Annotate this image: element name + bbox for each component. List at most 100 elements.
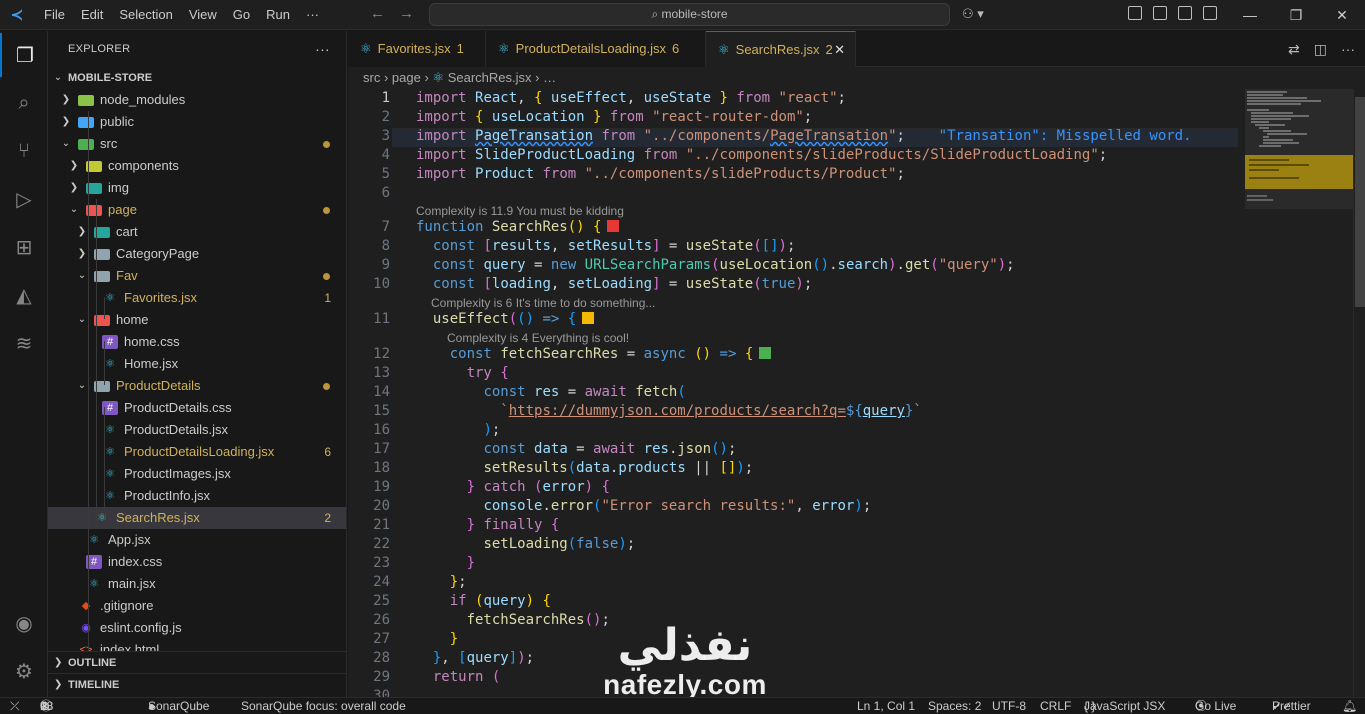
outline-section[interactable]: ❯ OUTLINE [48,651,346,673]
breadcrumb-file[interactable]: SearchRes.jsx [448,70,532,85]
tree-item-label: .gitignore [100,598,154,613]
tree-item[interactable]: ⌄ src [48,133,346,155]
accounts-icon[interactable]: ◉ [0,601,48,645]
menu-run[interactable]: Run [258,7,298,22]
tree-item[interactable]: # home.css [48,331,346,353]
menu-file[interactable]: File [36,7,73,22]
minimap[interactable] [1245,89,1365,697]
forward-arrow-icon[interactable]: → [399,5,414,22]
source-control-icon[interactable]: ⑂ [0,129,48,173]
menu-edit[interactable]: Edit [73,7,111,22]
notifications-bell-icon[interactable]: 🔔︎ [1342,698,1357,714]
command-center-search[interactable]: ⌕ mobile-store [429,3,950,26]
more-actions-icon[interactable]: ··· [315,31,330,67]
scrollbar-thumb[interactable] [1355,97,1365,307]
toggle-panel-icon[interactable] [1178,6,1192,20]
complexity-lens[interactable]: Complexity is 4 Everything is cool! [447,331,629,345]
tree-item[interactable]: ⌄ ProductDetails [48,375,346,397]
menu-more[interactable]: ··· [298,7,327,22]
tree-item[interactable]: ⚛ Favorites.jsx 1 [48,287,346,309]
close-window-icon[interactable]: ✕ [1319,0,1365,30]
vertical-scrollbar[interactable] [1353,89,1365,697]
menu-go[interactable]: Go [225,7,258,22]
tree-item[interactable]: ⚛ ProductDetailsLoading.jsx 6 [48,441,346,463]
tree-item[interactable]: ⌄ page [48,199,346,221]
code-line: setLoading(false); [483,536,636,552]
eslint-file-icon: ◉ [81,622,91,634]
more-actions-icon[interactable]: ··· [1341,41,1355,58]
sonarqube-focus[interactable]: SonarQube focus: overall code [241,698,406,714]
tree-item[interactable]: ❯ node_modules [48,89,346,111]
tree-item[interactable]: ⚛ ProductInfo.jsx [48,485,346,507]
breadcrumb: src › page › ⚛ SearchRes.jsx › … [348,67,1365,89]
explorer-icon[interactable]: ❐ [0,33,48,77]
toggle-primary-sidebar-icon[interactable] [1153,6,1167,20]
tree-item-label: components [108,158,179,173]
tab-productdetailsloading[interactable]: ⚛ ProductDetailsLoading.jsx 6 [486,31,706,67]
encoding[interactable]: UTF-8 [992,698,1026,714]
breadcrumb-symbol[interactable]: … [543,70,556,85]
tab-searchres[interactable]: ⚛ SearchRes.jsx 2 ✕ [706,31,856,67]
compare-changes-icon[interactable]: ⇄ [1288,41,1300,58]
line-number: 10 [373,276,390,292]
tree-item[interactable]: ⌄ home [48,309,346,331]
tab-favorites[interactable]: ⚛ Favorites.jsx 1 [348,31,486,67]
menu-selection[interactable]: Selection [111,7,180,22]
code-line: }; [449,574,467,590]
tree-item[interactable]: ⚛ SearchRes.jsx 2 [48,507,346,529]
toggle-secondary-sidebar-icon[interactable] [1203,6,1217,20]
tree-item-label: index.css [108,554,163,569]
chevron-right-icon: ❯ [54,657,63,668]
run-debug-icon[interactable]: ▷ [0,177,48,221]
timeline-section[interactable]: ❯ TIMELINE [48,673,346,695]
indentation[interactable]: Spaces: 2 [928,698,981,714]
tree-item[interactable]: ⌄ Fav [48,265,346,287]
vscode-logo-icon: ≺ [10,6,24,24]
breadcrumb-page[interactable]: page [392,70,421,85]
minimize-icon[interactable]: — [1227,0,1273,30]
search-icon[interactable]: ⌕ [0,81,48,125]
tree-item-label: Fav [116,268,138,283]
tree-item-label: Favorites.jsx [124,290,197,305]
tree-item[interactable]: ⚛ ProductDetails.jsx [48,419,346,441]
line-number: 13 [373,365,390,381]
remote-icon[interactable]: ⤫ [10,698,20,714]
tree-item[interactable]: # index.css [48,551,346,573]
restore-icon[interactable]: ❐ [1273,0,1319,30]
tree-item[interactable]: ◉ eslint.config.js [48,617,346,639]
complexity-lens[interactable]: Complexity is 6 It's time to do somethin… [431,296,655,310]
code-line: const query = new URLSearchParams(useLoc… [432,257,1015,273]
customize-layout-icon[interactable] [1128,6,1142,20]
line-number: 22 [373,536,390,552]
end-of-line[interactable]: CRLF [1040,698,1071,714]
copilot-icon[interactable]: ⚇ ▾ [962,6,984,22]
tree-item[interactable]: # ProductDetails.css [48,397,346,419]
menu-view[interactable]: View [181,7,225,22]
live-share-icon[interactable]: ≋ [0,321,48,365]
tree-item[interactable]: ⚛ ProductImages.jsx [48,463,346,485]
extensions-icon[interactable]: ⊞ [0,225,48,269]
tree-item[interactable]: ⚛ Home.jsx [48,353,346,375]
split-editor-icon[interactable]: ◫ [1314,41,1327,58]
explorer-root-folder[interactable]: ⌄ MOBILE-STORE [48,67,346,89]
tree-item[interactable]: ◆ .gitignore [48,595,346,617]
breadcrumb-src[interactable]: src [363,70,380,85]
tree-item[interactable]: ❯ components [48,155,346,177]
complexity-lens[interactable]: Complexity is 11.9 You must be kidding [416,204,624,218]
tree-item[interactable]: ❯ cart [48,221,346,243]
code-editor[interactable]: 1 2 3 4 5 6 7 8 9 10 11 12 13 14 15 16 17 18 19 20 21 22 23 24 2… [348,89,1365,697]
tree-item[interactable]: ❯ public [48,111,346,133]
cursor-position[interactable]: Ln 1, Col 1 [857,698,915,714]
chevron-down-icon: ⌄ [77,270,87,281]
line-number: 29 [373,669,390,685]
tree-item[interactable]: ❯ img [48,177,346,199]
tree-item-label: ProductImages.jsx [124,466,231,481]
back-arrow-icon[interactable]: ← [370,5,385,22]
tree-item[interactable]: ❯ CategoryPage [48,243,346,265]
tree-item[interactable]: ⚛ main.jsx [48,573,346,595]
settings-gear-icon[interactable]: ⚙ [0,649,48,693]
tree-item[interactable]: ⚛ App.jsx [48,529,346,551]
chevron-right-icon: ❯ [69,160,79,171]
sonarqube-icon[interactable]: ◭ [0,273,48,317]
close-tab-icon[interactable]: ✕ [834,32,845,68]
